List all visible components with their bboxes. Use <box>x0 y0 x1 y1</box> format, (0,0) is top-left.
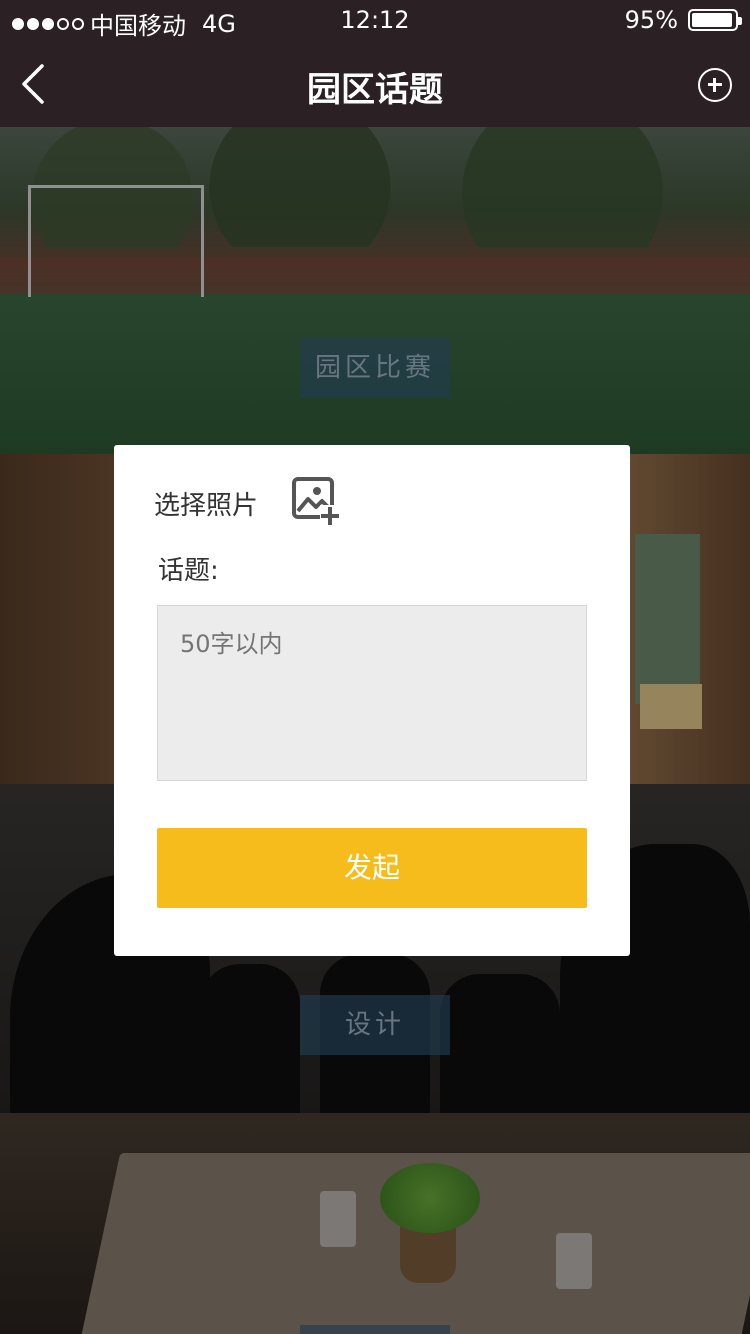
plus-circle-icon[interactable] <box>698 68 732 102</box>
battery-percent: 95% <box>624 6 678 34</box>
add-photo-icon[interactable] <box>290 475 342 527</box>
nav-bar: 园区话题 <box>0 42 750 127</box>
status-bar: 中国移动 4G 12:12 95% <box>0 0 750 42</box>
battery-icon <box>688 9 742 31</box>
topic-label: 话题: <box>158 556 219 586</box>
select-photo-label[interactable]: 选择照片 <box>154 485 258 522</box>
page-title: 园区话题 <box>307 70 443 110</box>
topic-input[interactable] <box>157 605 587 781</box>
new-topic-dialog: 选择照片 话题: 发起 <box>114 445 630 956</box>
submit-button[interactable]: 发起 <box>157 828 587 908</box>
status-right: 95% <box>624 6 742 34</box>
